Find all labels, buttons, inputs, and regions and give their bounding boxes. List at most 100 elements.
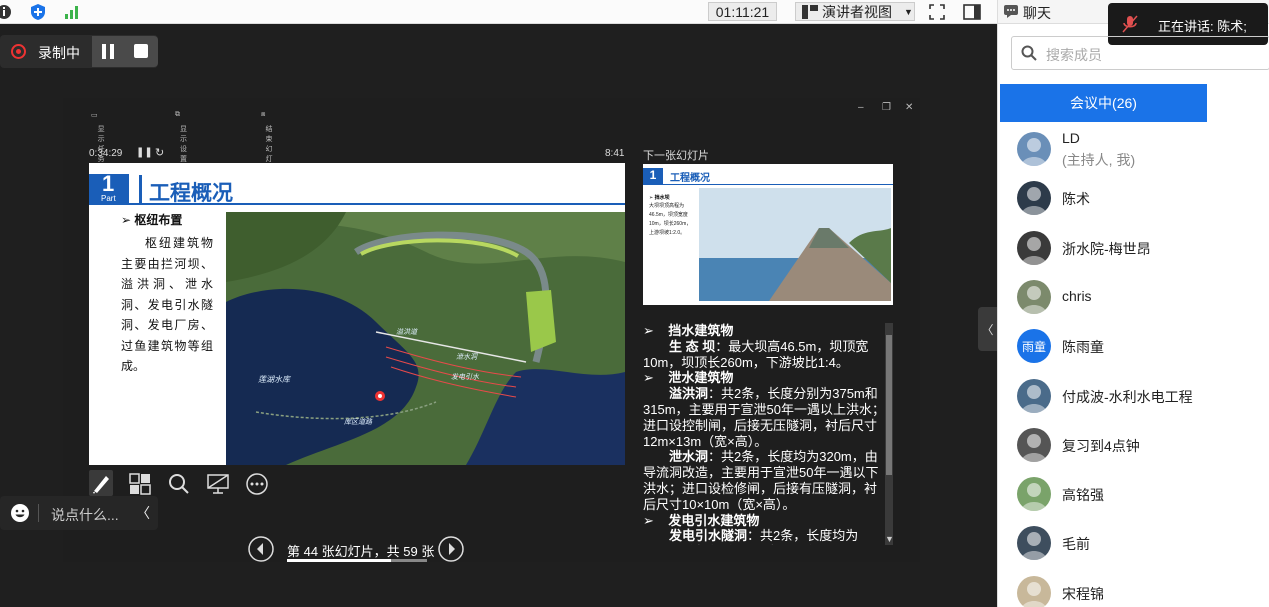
notes-scrollbar[interactable] <box>885 323 893 545</box>
notes-heading: ➢ 发电引水建筑物 <box>643 512 760 528</box>
chevron-left-icon: 〈 <box>981 322 994 337</box>
avatar <box>1017 427 1051 462</box>
stop-icon[interactable] <box>134 44 148 58</box>
slide-body: 枢纽建筑物主要由拦河坝、溢洪洞、泄水洞、发电引水隧洞、发电厂房、过鱼建筑物等组成… <box>121 236 213 373</box>
chat-icon[interactable] <box>1003 3 1019 19</box>
slide-subheading: ➢ 枢纽布置 <box>121 213 183 227</box>
member-item[interactable]: 复习到4点钟 <box>998 420 1269 469</box>
member-item[interactable]: 宋程锦 <box>998 568 1269 607</box>
avatar <box>1017 132 1051 166</box>
participants-sidebar: 聊天 正在讲话: 陈术; 搜索成员 会议中(26) LD (主持人, 我) 陈术浙水… <box>997 0 1269 607</box>
chat-label[interactable]: 聊天 <box>1023 3 1051 23</box>
timer-pause-icon[interactable]: ❚❚ <box>136 147 153 158</box>
top-toolbar: 01:11:21 演讲者视图 ▼ <box>0 0 997 24</box>
timer-reset-icon[interactable]: ↻ <box>155 146 164 159</box>
member-item[interactable]: 毛前 <box>998 518 1269 567</box>
speaking-text: 正在讲话: 陈术; <box>1158 19 1247 34</box>
part-badge: 1 Part <box>89 171 129 203</box>
member-item[interactable]: 付成波-水利水电工程 <box>998 371 1269 420</box>
show-taskbar-button[interactable]: ▭ 显示任务栏 <box>91 111 105 173</box>
avatar <box>1017 526 1051 561</box>
search-icon <box>1021 45 1037 61</box>
close-icon[interactable]: ✕ <box>905 102 913 113</box>
tab-in-meeting[interactable]: 会议中(26) <box>1000 84 1207 122</box>
recording-label: 录制中 <box>38 45 80 61</box>
reservoir-map-image: 溢洪道 泄水洞 发电引水 莲湖水库 库区道路 <box>226 212 625 465</box>
notes-paragraph: 溢洪洞：共2条，长度分别为375m和315m，主要用于宣泄50年一遇以上洪水；进… <box>643 386 885 449</box>
member-item[interactable]: chris <box>998 272 1269 321</box>
zoom-icon[interactable] <box>168 473 190 495</box>
recording-controls <box>92 36 158 67</box>
chevron-left-icon[interactable]: 〈 <box>136 503 150 523</box>
quick-chat-bar: 说点什么... 〈 <box>0 496 158 530</box>
info-icon[interactable] <box>0 2 14 21</box>
collapse-sidebar-button[interactable]: 〈 <box>978 307 997 351</box>
network-signal-icon[interactable] <box>64 2 82 21</box>
avatar <box>1017 181 1051 216</box>
member-name: 陈术 <box>1062 191 1090 208</box>
restore-icon[interactable]: ❐ <box>882 102 891 113</box>
speaker-notes: ➢ 挡水建筑物生 态 坝：最大坝高46.5m，坝顶宽10m，坝顶长260m，下游… <box>643 323 888 545</box>
pause-icon[interactable] <box>101 44 115 59</box>
security-shield-icon[interactable] <box>30 2 47 21</box>
notes-heading: ➢ 泄水建筑物 <box>643 370 734 386</box>
member-name: 毛前 <box>1062 536 1090 553</box>
dam-cross-section-image <box>699 188 891 301</box>
display-settings-button[interactable]: ⧉ 显示设置 ▾ <box>175 111 187 172</box>
end-slideshow-button[interactable]: ⧈ 结束幻灯片放映 <box>261 111 272 193</box>
member-search[interactable]: 搜索成员 <box>1011 36 1269 70</box>
elapsed-timer: 0:34:29 <box>89 148 123 159</box>
layout-toggle-icon[interactable] <box>963 2 981 21</box>
presenter-view-window: ▭ 显示任务栏 ⧉ 显示设置 ▾ ⧈ 结束幻灯片放映 – ❐ ✕ 0:34:29… <box>63 98 920 562</box>
presenter-view-dropdown[interactable]: 演讲者视图 ▼ <box>795 2 915 21</box>
minimize-icon[interactable]: – <box>858 102 864 113</box>
notes-heading: ➢ 挡水建筑物 <box>643 323 734 338</box>
member-name: 陈雨童 <box>1062 339 1104 356</box>
next-slide-label: 下一张幻灯片 <box>643 150 709 162</box>
pen-tool-icon[interactable] <box>89 470 113 496</box>
notes-scroll-down-icon[interactable]: ▼ <box>885 534 894 544</box>
grid-view-icon[interactable] <box>129 473 151 495</box>
slide-navigation: 第 44 张幻灯片，共 59 张 <box>248 536 468 562</box>
black-screen-icon[interactable] <box>206 472 230 496</box>
member-role: (主持人, 我) <box>1062 152 1136 168</box>
microphone-muted-icon <box>1122 15 1138 33</box>
meeting-timer: 01:11:21 <box>708 2 777 21</box>
more-options-icon[interactable] <box>245 472 269 496</box>
member-name: LD <box>1062 130 1080 146</box>
chat-input[interactable]: 说点什么... <box>51 505 119 525</box>
title-underline <box>89 203 625 205</box>
meeting-window: 01:11:21 演讲者视图 ▼ 录制中 ▭ 显示任务栏 ⧉ 显示设置 ▾ ⧈ … <box>0 0 1269 607</box>
member-item[interactable]: 雨童 陈雨童 <box>998 321 1269 370</box>
avatar <box>1017 575 1051 607</box>
member-name: chris <box>1062 287 1092 304</box>
notes-paragraph: 泄水洞：共2条，长度均为320m，由导流洞改造，主要用于宣泄50年一遇以下洪水；… <box>643 449 879 512</box>
member-name: 付成波-水利水电工程 <box>1062 388 1193 405</box>
member-name: 宋程锦 <box>1062 585 1104 602</box>
emoji-icon[interactable] <box>10 503 30 523</box>
current-slide: 1 Part 工程概况 ➢ 枢纽布置 枢纽建筑物主要由拦河坝、溢洪洞、泄水洞、发… <box>89 163 625 465</box>
fullscreen-icon[interactable] <box>929 2 945 21</box>
avatar: 雨童 <box>1017 329 1051 364</box>
member-item[interactable]: 浙水院-梅世昂 <box>998 223 1269 272</box>
avatar <box>1017 279 1051 314</box>
title-divider <box>139 175 142 203</box>
member-name: 复习到4点钟 <box>1062 437 1140 454</box>
member-item[interactable]: 陈术 <box>998 173 1269 222</box>
notes-paragraph: 发电引水隧洞：共2条，长度均为350m，衬后洞径分别为10m和3.5m。 <box>643 528 860 545</box>
presenter-toolbar: ▭ 显示任务栏 ⧉ 显示设置 ▾ ⧈ 结束幻灯片放映 – ❐ ✕ <box>63 98 920 193</box>
member-item[interactable]: LD (主持人, 我) <box>998 124 1269 173</box>
avatar <box>1017 477 1051 512</box>
clock: 8:41 <box>605 148 625 159</box>
presenter-view-label: 演讲者视图 <box>822 3 892 20</box>
search-input[interactable]: 搜索成员 <box>1046 45 1102 65</box>
member-name: 高铭强 <box>1062 487 1104 504</box>
next-slide-preview[interactable]: 1 工程概况 ➢ 挡水坝 大坝坝顶高程为46.5m，坝顶宽度10m，坝长260m… <box>643 164 893 305</box>
member-name: 浙水院-梅世昂 <box>1062 240 1151 257</box>
next-slide-icon[interactable] <box>438 536 464 562</box>
avatar <box>1017 230 1051 265</box>
previous-slide-icon[interactable] <box>248 536 274 562</box>
member-item[interactable]: 高铭强 <box>998 469 1269 518</box>
recording-panel: 录制中 <box>0 35 158 68</box>
avatar <box>1017 378 1051 413</box>
